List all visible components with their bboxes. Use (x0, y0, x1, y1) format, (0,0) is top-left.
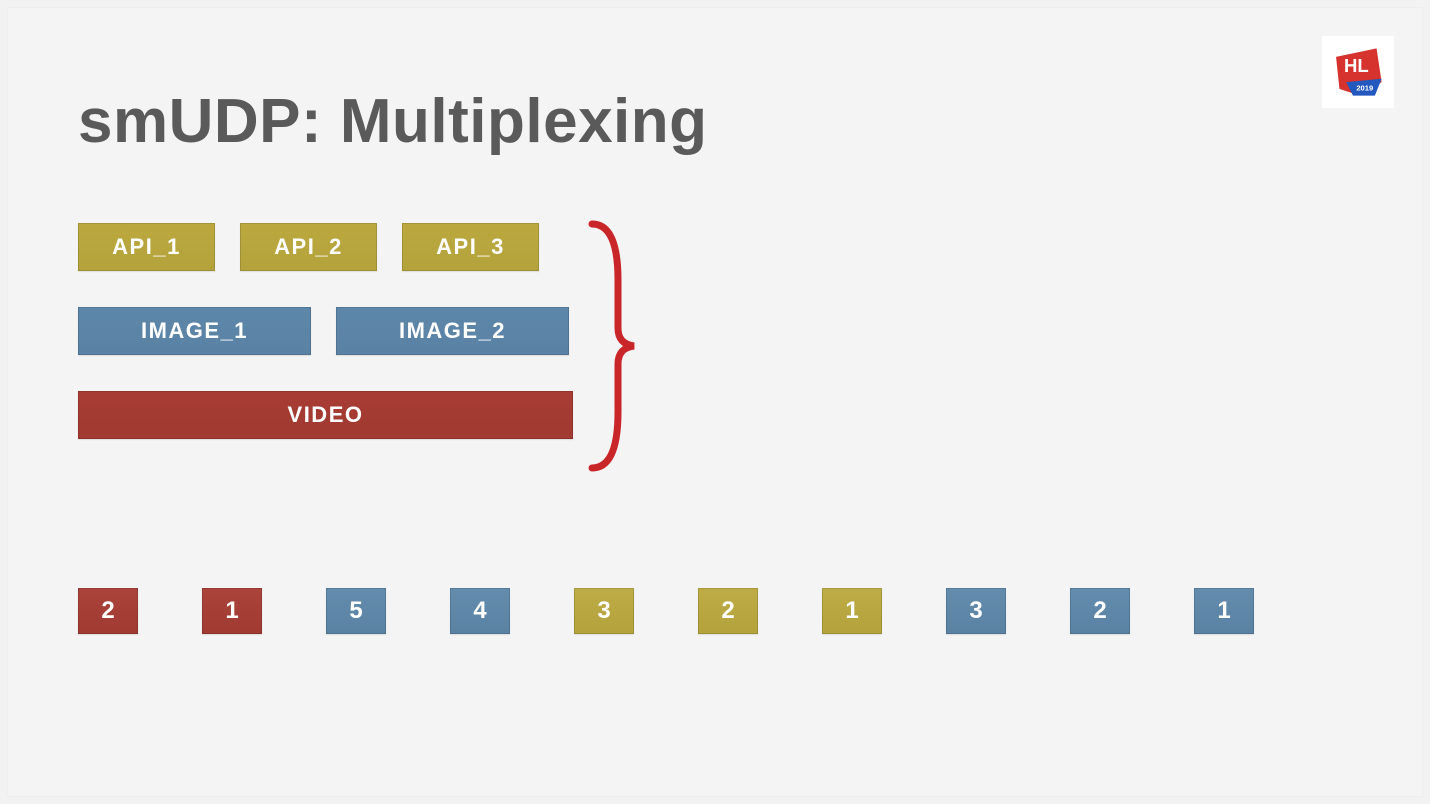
packet: 2 (698, 588, 758, 634)
packet: 3 (946, 588, 1006, 634)
api-box: API_3 (402, 223, 539, 271)
packet: 2 (78, 588, 138, 634)
packet: 5 (326, 588, 386, 634)
packet: 2 (1070, 588, 1130, 634)
slide: smUDP: Multiplexing HL 2019 + + API_1 AP… (8, 8, 1422, 796)
image-row: IMAGE_1 IMAGE_2 (78, 307, 623, 355)
packet-sequence: 2 1 5 4 3 2 1 3 2 1 (78, 588, 1254, 634)
hl-logo-icon: HL 2019 + + (1331, 45, 1385, 99)
packet: 1 (822, 588, 882, 634)
packet: 4 (450, 588, 510, 634)
packet: 1 (1194, 588, 1254, 634)
video-box: VIDEO (78, 391, 573, 439)
conference-logo: HL 2019 + + (1322, 36, 1394, 108)
streams-group: API_1 API_2 API_3 IMAGE_1 IMAGE_2 VIDEO (78, 223, 623, 439)
packet: 1 (202, 588, 262, 634)
api-box: API_1 (78, 223, 215, 271)
image-box: IMAGE_2 (336, 307, 569, 355)
logo-text: HL (1344, 55, 1369, 76)
image-box: IMAGE_1 (78, 307, 311, 355)
logo-subtext: 2019 (1356, 84, 1373, 93)
api-box: API_2 (240, 223, 377, 271)
video-row: VIDEO (78, 391, 623, 439)
svg-text:+: + (1380, 52, 1385, 62)
api-row: API_1 API_2 API_3 (78, 223, 623, 271)
slide-title: smUDP: Multiplexing (78, 86, 708, 157)
packet: 3 (574, 588, 634, 634)
brace-icon (588, 220, 638, 472)
